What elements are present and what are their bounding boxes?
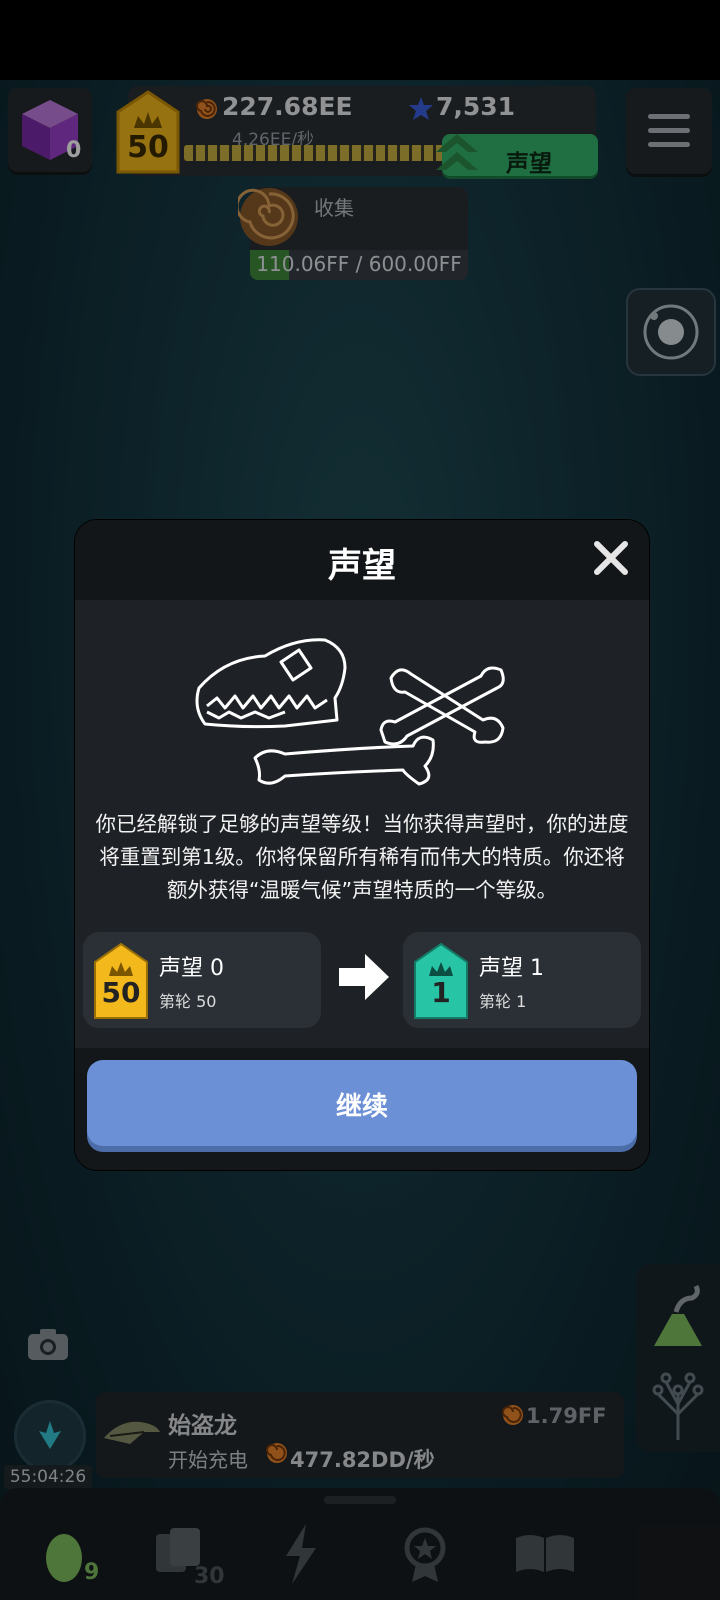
- next-prestige-badge-number: 1: [431, 976, 451, 1009]
- prestige-dialog: 声望 你已经解锁了足够的声望等级！当你获得声望时，你的进度将重置到第1级。你将保…: [75, 520, 649, 1170]
- close-icon[interactable]: [589, 536, 633, 580]
- fossil-skull-illustration: [195, 638, 505, 786]
- continue-button-label: 继续: [335, 1092, 388, 1122]
- next-prestige-round: 第轮 1: [479, 992, 527, 1011]
- arrow-right-icon: [339, 954, 389, 1000]
- next-prestige-card: 1 声望 1 第轮 1: [403, 932, 641, 1028]
- dialog-description: 你已经解锁了足够的声望等级！当你获得声望时，你的进度将重置到第1级。你将保留所有…: [95, 812, 629, 902]
- dialog-title: 声望: [328, 546, 396, 586]
- current-prestige-round: 第轮 50: [159, 992, 217, 1011]
- next-prestige-title: 声望 1: [479, 956, 544, 981]
- current-prestige-title: 声望 0: [159, 956, 224, 981]
- current-prestige-badge-number: 50: [101, 976, 141, 1009]
- status-bar: [0, 0, 720, 80]
- current-prestige-card: 50 声望 0 第轮 50: [83, 932, 321, 1028]
